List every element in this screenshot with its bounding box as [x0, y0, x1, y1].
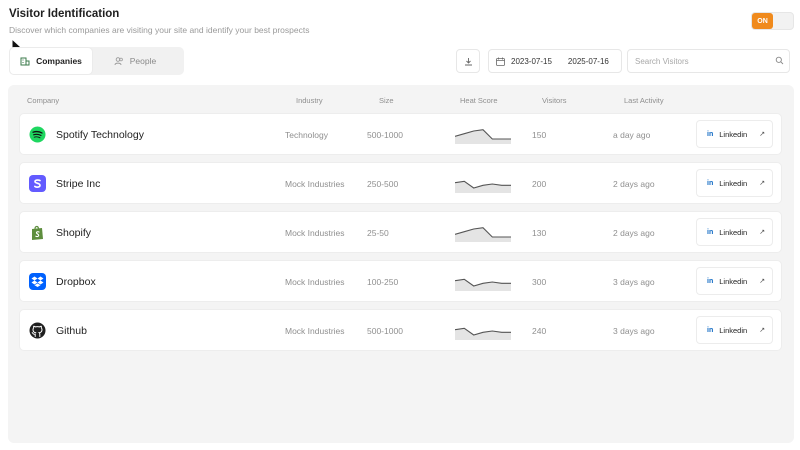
download-button[interactable]: [456, 49, 480, 73]
external-link-icon: ↗: [759, 229, 766, 236]
table-row[interactable]: Shopify Mock Industries 25-50 130 2 days…: [19, 211, 782, 253]
column-header-last-activity: Last Activity: [624, 96, 664, 105]
identification-toggle[interactable]: ON: [751, 12, 794, 30]
people-icon: [114, 56, 124, 66]
linkedin-button[interactable]: in Linkedin ↗: [696, 218, 773, 246]
linkedin-button[interactable]: in Linkedin ↗: [696, 267, 773, 295]
end-date: 2025-07-16: [567, 56, 609, 66]
company-name: Spotify Technology: [56, 129, 144, 141]
industry-cell: Mock Industries: [285, 228, 345, 238]
download-icon: [464, 57, 472, 65]
spotify-logo-icon: [29, 126, 46, 143]
linkedin-label: Linkedin: [719, 178, 748, 188]
view-tabs: Companies People: [9, 47, 184, 75]
stripe-logo-icon: [29, 175, 46, 192]
linkedin-icon: in: [707, 228, 714, 236]
start-date: 2023-07-15: [511, 56, 552, 66]
industry-cell: Technology: [285, 130, 329, 140]
visitors-cell: 240: [532, 326, 547, 336]
heat-score-sparkline: [455, 327, 511, 340]
heat-score-sparkline: [455, 278, 511, 291]
linkedin-icon: in: [707, 179, 714, 187]
sparkline-area: [455, 129, 511, 144]
dropbox-logo-icon: [29, 273, 46, 290]
linkedin-label: Linkedin: [719, 325, 748, 335]
linkedin-button[interactable]: in Linkedin ↗: [696, 169, 773, 197]
linkedin-label: Linkedin: [719, 276, 748, 286]
linkedin-label: Linkedin: [719, 227, 748, 237]
last-activity-cell: 2 days ago: [613, 228, 655, 238]
size-cell: 500-1000: [367, 326, 403, 336]
search-icon[interactable]: [775, 56, 785, 66]
column-header-visitors: Visitors: [542, 96, 567, 105]
toggle-on-label: ON: [752, 13, 773, 29]
linkedin-icon: in: [707, 130, 714, 138]
size-cell: 100-250: [367, 277, 399, 287]
visitors-cell: 200: [532, 179, 547, 189]
industry-cell: Mock Industries: [285, 326, 345, 336]
tab-people[interactable]: People: [93, 47, 177, 75]
sparkline-area: [455, 279, 511, 291]
company-name: Github: [56, 325, 87, 337]
sparkline-area: [455, 227, 511, 242]
table-row[interactable]: Dropbox Mock Industries 100-250 300 3 da…: [19, 260, 782, 302]
sparkline-area: [455, 181, 511, 193]
column-header-company: Company: [27, 96, 60, 105]
last-activity-cell: 3 days ago: [613, 277, 655, 287]
heat-score-sparkline: [455, 180, 511, 193]
company-name: Stripe Inc: [56, 178, 101, 190]
heat-score-sparkline: [455, 227, 511, 242]
search-box: [627, 49, 790, 73]
github-logo-icon: [29, 322, 46, 339]
page-subtitle: Discover which companies are visiting yo…: [9, 25, 310, 35]
heat-score-sparkline: [455, 129, 511, 144]
external-link-icon: ↗: [759, 180, 766, 187]
tab-companies[interactable]: Companies: [9, 47, 93, 75]
industry-cell: Mock Industries: [285, 277, 345, 287]
column-header-size: Size: [379, 96, 394, 105]
visitors-cell: 150: [532, 130, 547, 140]
size-cell: 25-50: [367, 228, 389, 238]
table-row[interactable]: Stripe Inc Mock Industries 250-500 200 2…: [19, 162, 782, 204]
shopify-logo-icon: [29, 224, 46, 241]
tab-companies-label: Companies: [36, 56, 82, 66]
external-link-icon: ↗: [759, 278, 766, 285]
tab-people-label: People: [129, 56, 157, 66]
table-row[interactable]: Spotify Technology Technology 500-1000 1…: [19, 113, 782, 155]
date-range-picker[interactable]: 2023-07-15 2025-07-16: [488, 49, 622, 73]
industry-cell: Mock Industries: [285, 179, 345, 189]
linkedin-label: Linkedin: [719, 129, 748, 139]
linkedin-icon: in: [707, 277, 714, 285]
external-link-icon: ↗: [759, 327, 766, 334]
last-activity-cell: 3 days ago: [613, 326, 655, 336]
visitors-cell: 130: [532, 228, 547, 238]
sparkline-area: [455, 328, 511, 340]
column-header-industry: Industry: [296, 96, 323, 105]
page-title: Visitor Identification: [9, 8, 120, 20]
column-header-heat-score: Heat Score: [460, 96, 498, 105]
company-name: Shopify: [56, 227, 92, 239]
size-cell: 500-1000: [367, 130, 403, 140]
calendar-icon: [496, 57, 505, 66]
table-row[interactable]: Github Mock Industries 500-1000 240 3 da…: [19, 309, 782, 351]
last-activity-cell: a day ago: [613, 130, 651, 140]
visitors-cell: 300: [532, 277, 547, 287]
linkedin-button[interactable]: in Linkedin ↗: [696, 120, 773, 148]
search-input[interactable]: [635, 51, 775, 71]
external-link-icon: ↗: [759, 131, 766, 138]
company-name: Dropbox: [56, 276, 96, 288]
linkedin-button[interactable]: in Linkedin ↗: [696, 316, 773, 344]
size-cell: 250-500: [367, 179, 399, 189]
building-icon: [20, 56, 30, 66]
linkedin-icon: in: [707, 326, 714, 334]
last-activity-cell: 2 days ago: [613, 179, 655, 189]
